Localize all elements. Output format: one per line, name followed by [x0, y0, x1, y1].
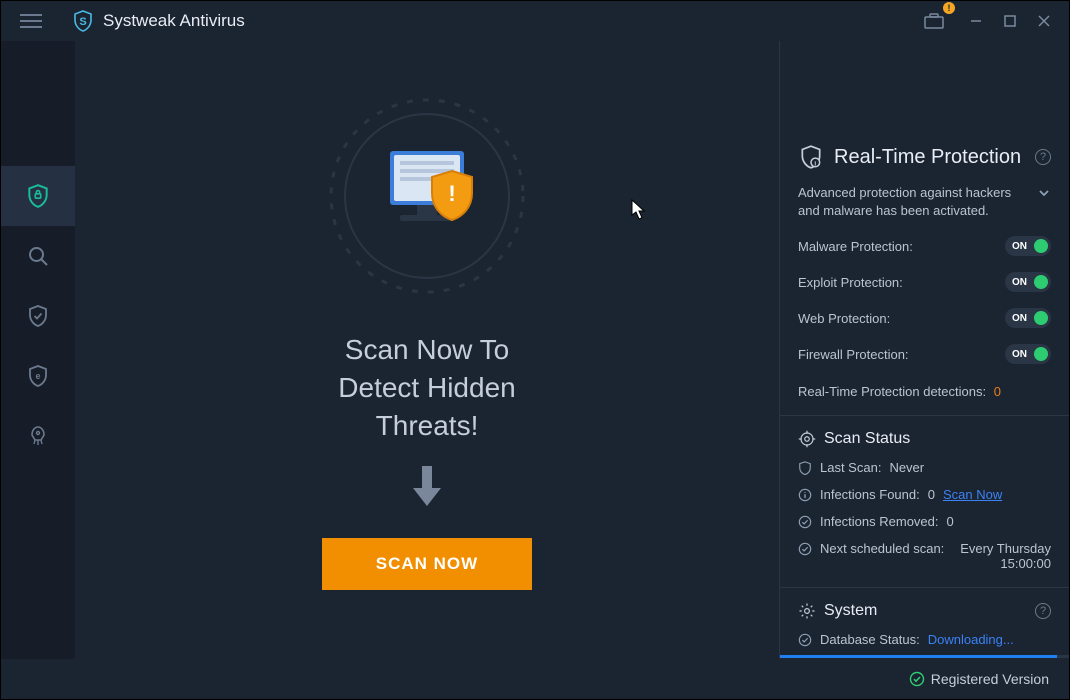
exploit-protection-toggle[interactable]: ON: [1005, 272, 1051, 292]
check-circle-icon: [798, 542, 812, 556]
sidebar-item-quarantine[interactable]: e: [1, 346, 75, 406]
sidebar-item-tools[interactable]: [1, 406, 75, 466]
shield-check-icon: [26, 304, 50, 328]
firewall-protection-label: Firewall Protection:: [798, 347, 909, 362]
hero-line-1: Scan Now To: [338, 331, 515, 369]
check-circle-icon: [798, 515, 812, 529]
shield-lock-icon: [25, 183, 51, 209]
scan-status-title: Scan Status: [824, 430, 910, 448]
check-circle-icon: [909, 671, 925, 687]
realtime-collapse-button[interactable]: [1037, 184, 1051, 205]
infections-removed-label: Infections Removed:: [820, 514, 939, 529]
realtime-help-button[interactable]: ?: [1035, 149, 1051, 165]
realtime-title: Real-Time Protection: [834, 146, 1021, 169]
arrow-down-icon: [409, 464, 445, 513]
infections-found-value: 0: [928, 487, 935, 502]
close-button[interactable]: [1029, 6, 1059, 36]
info-icon: [798, 488, 812, 502]
infections-found-label: Infections Found:: [820, 487, 920, 502]
svg-text:S: S: [79, 16, 86, 28]
rocket-icon: [26, 424, 50, 448]
hero-line-3: Threats!: [338, 407, 515, 445]
main-panel: ! Scan Now To Detect Hidden Threats! SCA…: [75, 41, 779, 659]
realtime-description: Advanced protection against hackers and …: [798, 184, 1029, 220]
app-logo-icon: S: [71, 9, 95, 33]
database-progress-bar: [780, 655, 1069, 658]
database-status-label: Database Status:: [820, 632, 920, 647]
exploit-protection-label: Exploit Protection:: [798, 275, 903, 290]
offers-badge: !: [943, 2, 955, 14]
scan-now-link[interactable]: Scan Now: [943, 487, 1002, 502]
web-protection-toggle[interactable]: ON: [1005, 308, 1051, 328]
footer: Registered Version: [1, 659, 1069, 699]
app-window: S Systweak Antivirus !: [0, 0, 1070, 700]
next-scheduled-label: Next scheduled scan:: [820, 541, 944, 556]
app-title: Systweak Antivirus: [103, 11, 245, 31]
next-scheduled-value: Every Thursday 15:00:00: [952, 541, 1051, 571]
shield-info-icon: i: [798, 144, 824, 170]
minimize-button[interactable]: [961, 6, 991, 36]
web-protection-label: Web Protection:: [798, 311, 890, 326]
malware-protection-label: Malware Protection:: [798, 239, 913, 254]
svg-text:!: !: [448, 181, 455, 206]
svg-text:e: e: [35, 371, 40, 381]
gear-icon: [798, 602, 816, 620]
app-title-area: S Systweak Antivirus: [71, 9, 245, 33]
menu-button[interactable]: [11, 1, 51, 41]
firewall-protection-toggle[interactable]: ON: [1005, 344, 1051, 364]
sidebar-item-protection[interactable]: [1, 286, 75, 346]
check-circle-icon: [798, 633, 812, 647]
scan-now-button[interactable]: SCAN NOW: [322, 538, 532, 590]
sidebar: e: [1, 41, 75, 659]
hero-line-2: Detect Hidden: [338, 369, 515, 407]
right-panel: i Real-Time Protection ? Advanced protec…: [779, 41, 1069, 659]
hero-illustration: !: [322, 91, 532, 301]
maximize-button[interactable]: [995, 6, 1025, 36]
registered-version-label: Registered Version: [931, 671, 1049, 687]
last-scan-label: Last Scan:: [820, 460, 881, 475]
titlebar: S Systweak Antivirus !: [1, 1, 1069, 41]
database-status-value: Downloading...: [928, 632, 1014, 647]
sidebar-item-home[interactable]: [1, 166, 75, 226]
sidebar-item-scan[interactable]: [1, 226, 75, 286]
last-scan-value: Never: [889, 460, 924, 475]
svg-text:i: i: [814, 161, 816, 168]
system-title: System: [824, 602, 877, 620]
infections-removed-value: 0: [947, 514, 954, 529]
search-icon: [26, 244, 50, 268]
shield-small-icon: [798, 461, 812, 475]
detections-label: Real-Time Protection detections:: [798, 384, 986, 399]
system-help-button[interactable]: ?: [1035, 603, 1051, 619]
detections-count: 0: [994, 384, 1001, 399]
offers-button[interactable]: !: [919, 6, 949, 36]
hero-headline: Scan Now To Detect Hidden Threats!: [338, 331, 515, 444]
malware-protection-toggle[interactable]: ON: [1005, 236, 1051, 256]
shield-e-icon: e: [26, 364, 50, 388]
target-icon: [798, 430, 816, 448]
